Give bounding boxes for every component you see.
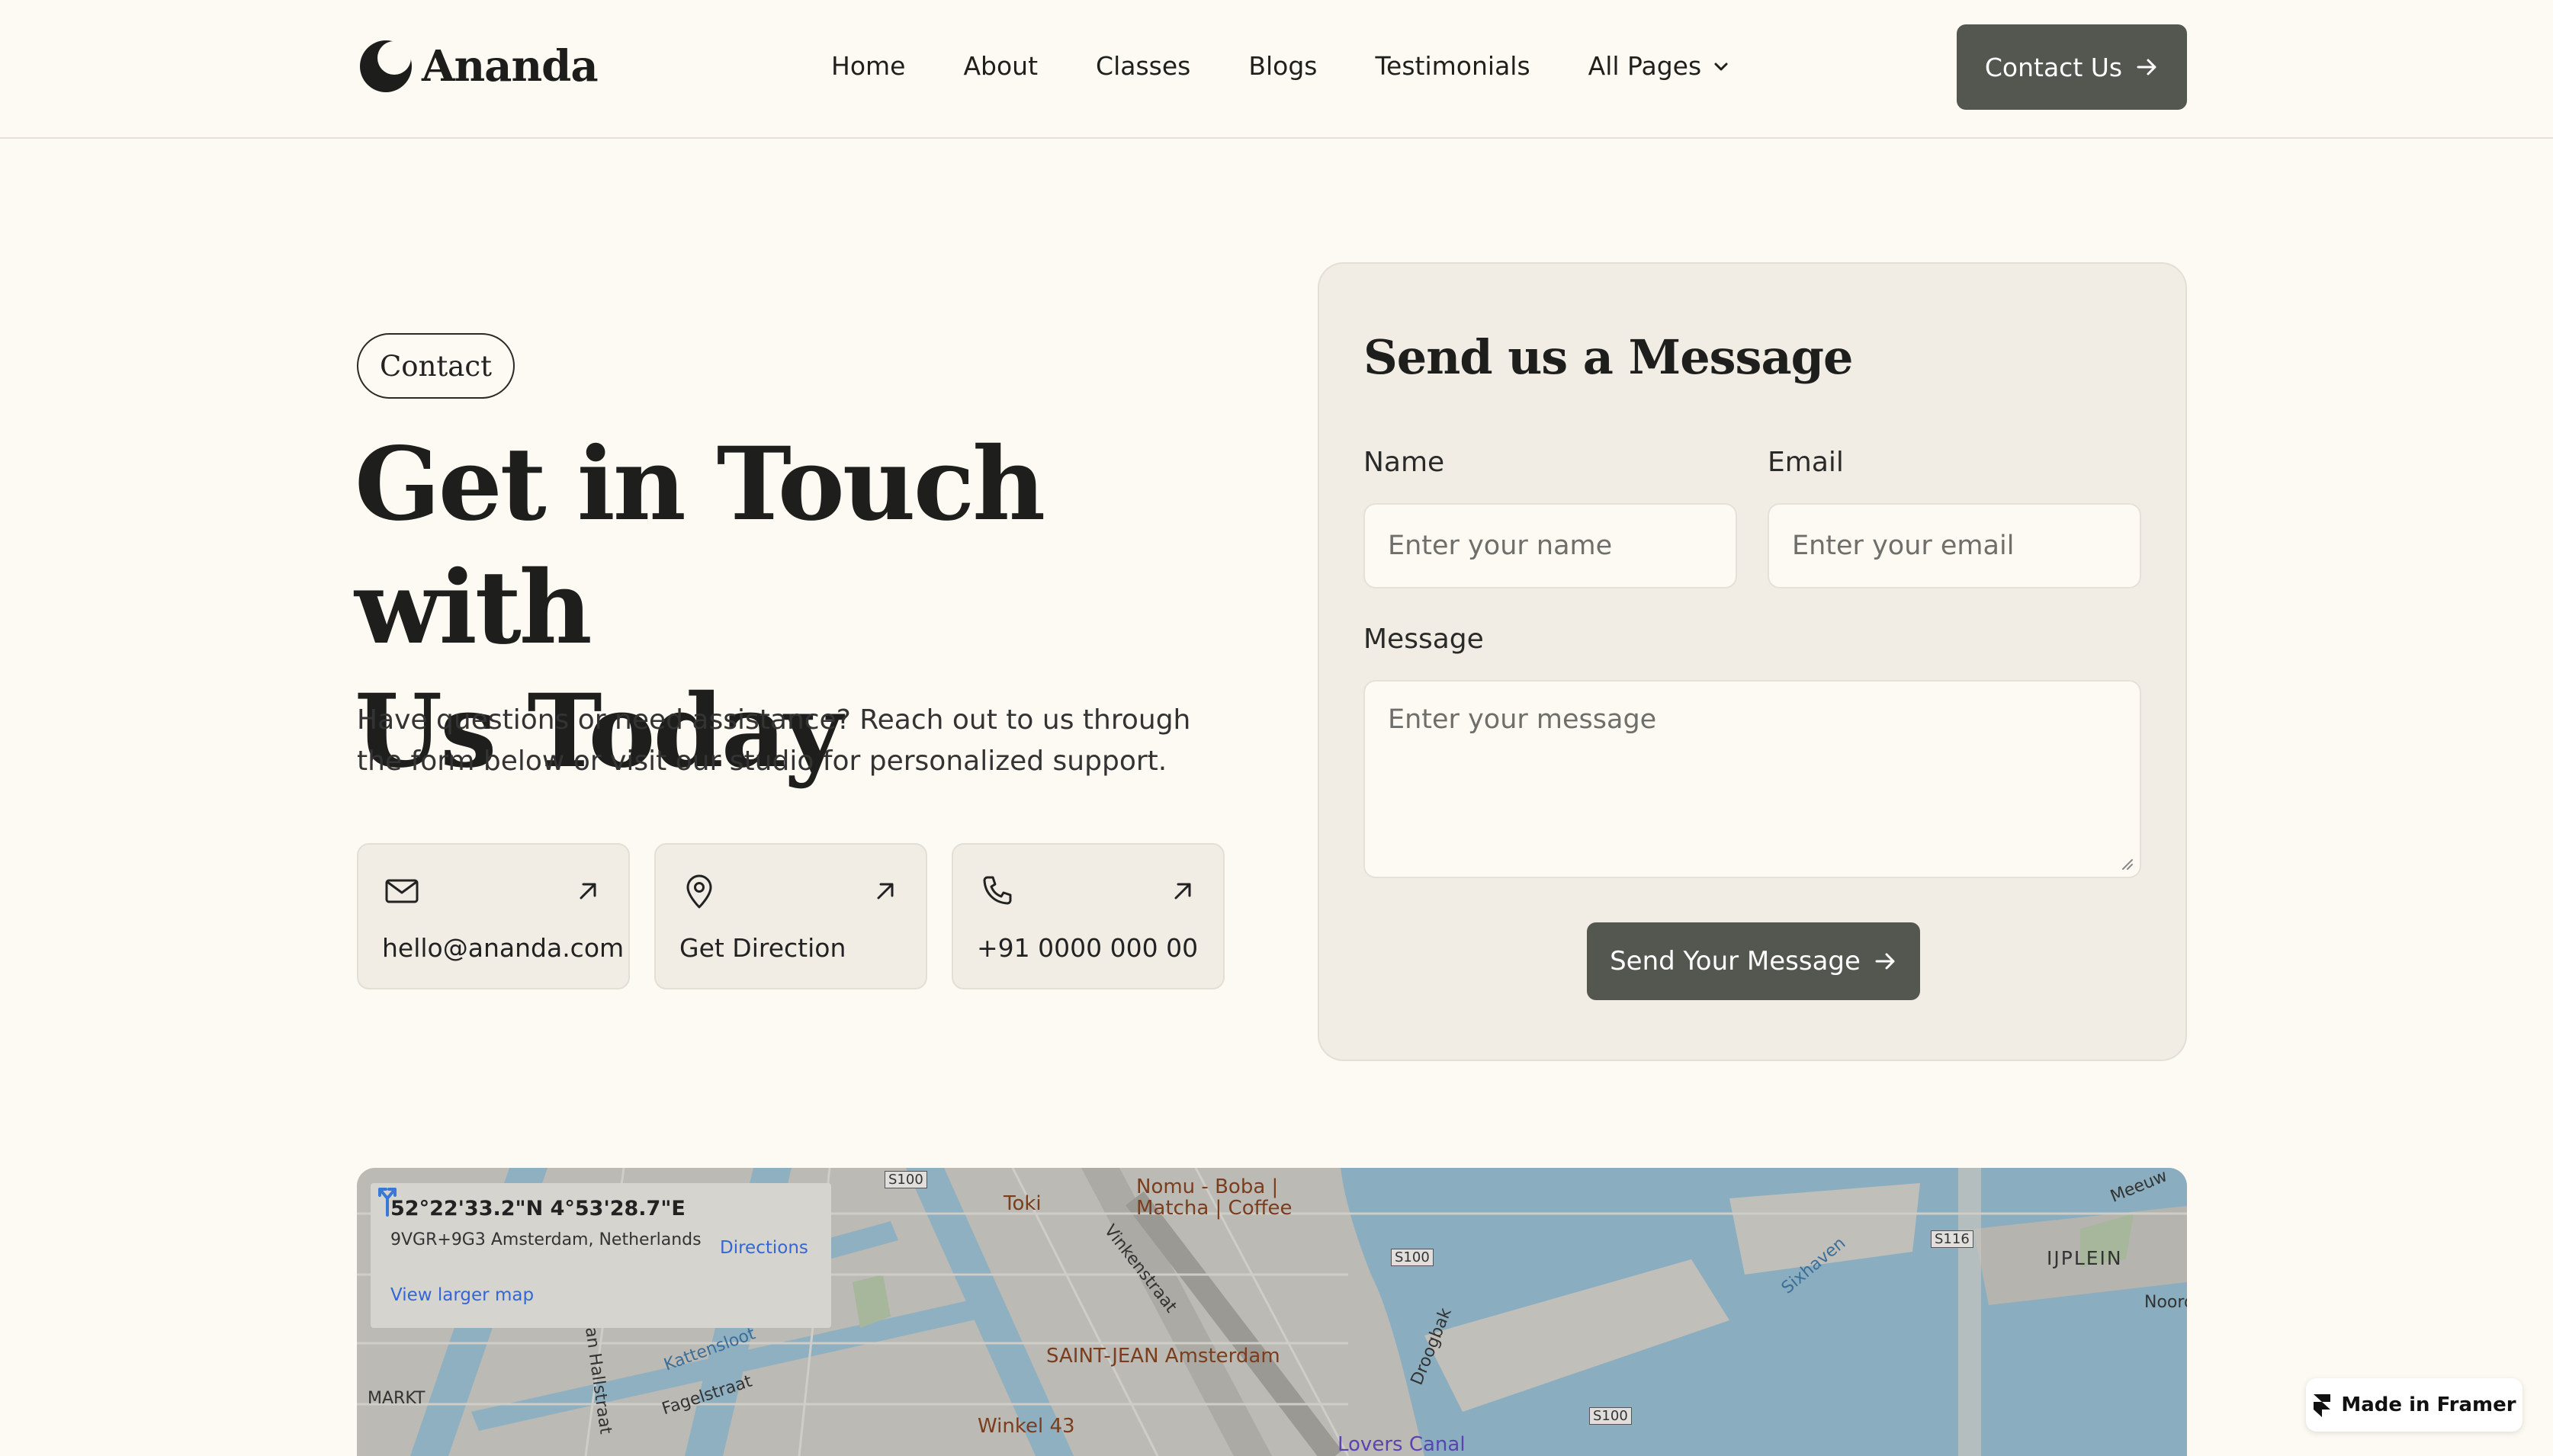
map-place-label: Winkel 43	[978, 1415, 1075, 1438]
nav-home[interactable]: Home	[831, 46, 905, 87]
email-card[interactable]: hello@ananda.com	[357, 843, 630, 989]
nav-blogs[interactable]: Blogs	[1248, 46, 1317, 87]
map-place-label: Matcha | Coffee	[1136, 1197, 1293, 1220]
directions-link[interactable]: Directions	[720, 1238, 808, 1258]
phone-card-label: +91 0000 000 00	[977, 933, 1199, 963]
map-place-label: Nomu - Boba |	[1136, 1175, 1279, 1198]
message-placeholder: Enter your message	[1388, 704, 1657, 735]
made-in-framer-badge[interactable]: Made in Framer	[2306, 1378, 2522, 1432]
framer-logo-icon	[2314, 1394, 2331, 1417]
message-label: Message	[1363, 624, 1484, 655]
map-road-code: S100	[885, 1171, 927, 1188]
nav-all-pages-dropdown[interactable]: All Pages	[1588, 46, 1730, 87]
email-label: Email	[1768, 447, 1844, 478]
made-in-framer-label: Made in Framer	[2341, 1393, 2516, 1416]
map-pin-icon	[686, 874, 712, 909]
direction-card-label: Get Direction	[679, 933, 846, 963]
contact-tag: Contact	[357, 333, 515, 399]
map-area-label: IJPLEIN	[2047, 1247, 2123, 1269]
nav-all-pages-label: All Pages	[1588, 51, 1702, 81]
map-road-code: S100	[1391, 1249, 1434, 1266]
directions-icon[interactable]	[371, 1183, 404, 1217]
phone-card[interactable]: +91 0000 000 00	[952, 843, 1225, 989]
crescent-logo-icon	[360, 40, 412, 92]
arrow-right-icon	[1875, 953, 1895, 970]
map-place-label: SAINT-JEAN Amsterdam	[1046, 1345, 1280, 1368]
name-input[interactable]: Enter your name	[1363, 503, 1737, 588]
hero-subtitle: Have questions or need assistance? Reach…	[357, 704, 1191, 777]
map-road-code: S116	[1931, 1230, 1973, 1248]
arrow-up-right-icon	[580, 883, 596, 900]
nav-classes[interactable]: Classes	[1096, 46, 1190, 87]
resize-grip-icon[interactable]	[2118, 855, 2134, 871]
map-address: 9VGR+9G3 Amsterdam, Netherlands	[390, 1230, 702, 1249]
chevron-down-icon	[1714, 63, 1728, 71]
contact-form: Send us a Message Name Enter your name E…	[1318, 262, 2187, 1061]
email-input[interactable]: Enter your email	[1768, 503, 2141, 588]
nav-about[interactable]: About	[963, 46, 1038, 87]
arrow-right-icon	[2137, 59, 2156, 75]
mail-icon	[385, 879, 419, 903]
title-line-1: Get in Touch with	[355, 425, 1045, 667]
send-message-label: Send Your Message	[1610, 946, 1861, 977]
contact-cards: hello@ananda.com Get Direction +91 0000 …	[357, 843, 1225, 989]
form-title: Send us a Message	[1363, 329, 1853, 385]
map-place-label: Toki	[1004, 1192, 1042, 1215]
embedded-map[interactable]: Toki Nomu - Boba | Matcha | Coffee SAINT…	[357, 1168, 2187, 1456]
map-coordinates: 52°22'33.2"N 4°53'28.7"E	[390, 1197, 686, 1220]
name-label: Name	[1363, 447, 1445, 478]
map-street-label: MARKT	[368, 1389, 426, 1408]
map-street-label: Noord	[2144, 1293, 2187, 1312]
map-info-card: 52°22'33.2"N 4°53'28.7"E 9VGR+9G3 Amster…	[371, 1183, 831, 1328]
nav-testimonials[interactable]: Testimonials	[1376, 46, 1530, 87]
view-larger-map-link[interactable]: View larger map	[390, 1285, 534, 1305]
contact-us-label: Contact Us	[1984, 52, 2123, 82]
send-message-button[interactable]: Send Your Message	[1587, 922, 1920, 1000]
brand-logo[interactable]: Ananda	[358, 38, 599, 95]
contact-us-button[interactable]: Contact Us	[1957, 24, 2187, 110]
site-header: Ananda Home About Classes Blogs Testimon…	[0, 0, 2553, 139]
map-road-code: S100	[1589, 1407, 1632, 1425]
message-textarea[interactable]: Enter your message	[1363, 680, 2141, 878]
arrow-up-right-icon	[1174, 883, 1191, 900]
brand-name: Ananda	[422, 41, 599, 91]
direction-card[interactable]: Get Direction	[654, 843, 927, 989]
main-nav: Home About Classes Blogs Testimonials Al…	[831, 46, 1730, 87]
map-place-label: Lovers Canal	[1338, 1433, 1466, 1456]
phone-icon	[983, 876, 1012, 905]
arrow-up-right-icon	[877, 883, 894, 900]
email-card-label: hello@ananda.com	[382, 933, 625, 963]
